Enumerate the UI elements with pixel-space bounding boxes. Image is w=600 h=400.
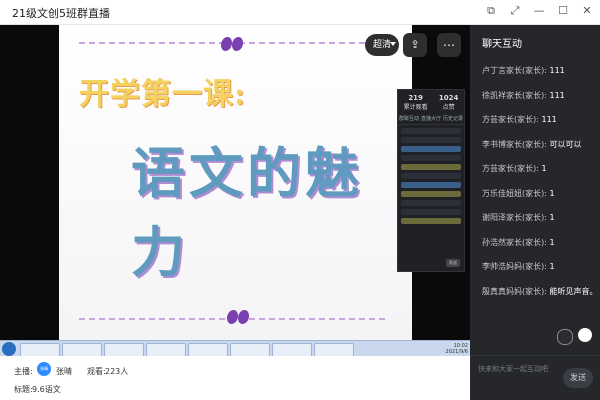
views-count: 223人 xyxy=(105,367,129,376)
panel-message xyxy=(401,164,461,170)
panel-message xyxy=(401,218,461,224)
panel-tab[interactable]: 直播大厅 xyxy=(421,115,441,122)
chat-message: 谢阳泽家长(家长): 1 xyxy=(482,212,594,237)
start-icon xyxy=(2,342,16,356)
chat-text: 1 xyxy=(541,164,547,173)
more-icon: ⋯ xyxy=(443,38,455,52)
panel-message xyxy=(401,200,461,206)
slide-title: 语文的魅力 xyxy=(131,141,363,284)
panel-message xyxy=(401,182,461,188)
chat-user: 万乐佳妞妞(家长): xyxy=(482,188,547,198)
chat-user: 方芸家长(家长): xyxy=(482,115,539,124)
chat-user: 李帅浩妈妈(家长): xyxy=(482,262,547,271)
host-label: 主播: xyxy=(14,367,33,376)
taskbar-item xyxy=(230,343,270,356)
chat-sidebar: 聊天互动 卢丁言家长(家长): 111 徐凯祥家长(家长): 111 方芸家长(… xyxy=(470,25,600,400)
panel-message xyxy=(401,173,461,179)
chat-message: 李书博家长(家长): 可以可以 xyxy=(482,139,594,164)
views-label: 观看: xyxy=(87,367,106,376)
panel-stat: 1024 点赞 xyxy=(438,94,459,111)
chat-user: 卢丁言家长(家长): xyxy=(482,66,547,75)
butterfly-icon xyxy=(221,37,243,51)
chat-text: 1 xyxy=(549,262,555,271)
live-video-area[interactable]: 开学第一课: 语文的魅力 超清 ⇪ ⋯ 219 累计观看 1024 点赞 群聊互动 … xyxy=(0,25,470,356)
maximize-icon[interactable]: ☐ xyxy=(556,4,570,18)
panel-message xyxy=(401,155,461,161)
chat-message: 孙浩然家长(家长): 1 xyxy=(482,237,594,262)
chat-divider xyxy=(470,355,600,356)
window-title: 21级文创5班群直播 xyxy=(12,7,110,20)
chat-user: 殷真真妈妈(家长): xyxy=(482,286,547,296)
stream-title: 9.6语文 xyxy=(32,385,61,394)
chevron-down-icon xyxy=(390,42,396,46)
streamer-avatar[interactable] xyxy=(578,328,592,342)
presentation-slide: 开学第一课: 语文的魅力 xyxy=(59,25,412,340)
panel-tabs: 群聊互动 直播大厅 历史记录 xyxy=(398,115,464,125)
panel-tab[interactable]: 群聊互动 xyxy=(399,115,419,122)
chat-user: 方芸家长(家长): xyxy=(482,164,539,173)
panel-message xyxy=(401,191,461,197)
panel-message xyxy=(401,209,461,215)
quality-label: 超清 xyxy=(372,40,391,50)
chat-text: 1 xyxy=(549,213,555,222)
panel-tab[interactable]: 历史记录 xyxy=(443,115,463,122)
close-icon[interactable]: ✕ xyxy=(580,4,594,18)
host-name: 张晴 xyxy=(56,367,72,376)
chat-user: 孙浩然家长(家长): xyxy=(482,237,547,247)
chat-message: 万乐佳妞妞(家长): 1 xyxy=(482,188,594,213)
chat-header: 聊天互动 xyxy=(482,39,522,50)
panel-message xyxy=(401,128,461,134)
chat-text: 111 xyxy=(541,115,557,124)
window-controls: ⧉ ⤢ — ☐ ✕ xyxy=(484,4,594,18)
taskbar: 10:02 2021/9/6 xyxy=(0,340,470,356)
chat-input[interactable]: 快来和大家一起互动吧 xyxy=(478,364,548,374)
chat-user: 徐凯祥家长(家长): xyxy=(482,90,547,100)
taskbar-item xyxy=(188,343,228,356)
stream-info-footer: 主播: 张晴 张晴 观看: 223人 标题: 9.6语文 xyxy=(0,356,470,400)
chat-message: 卢丁言家长(家长): 111 xyxy=(482,65,594,90)
butterfly-icon xyxy=(227,310,249,324)
chat-text: 可以可以 xyxy=(549,139,582,149)
send-button[interactable]: 发送 xyxy=(563,368,593,388)
host-avatar[interactable]: 张晴 xyxy=(37,362,51,376)
chat-message: 殷真真妈妈(家长): 能听见声音。 xyxy=(482,286,598,311)
minimize-icon[interactable]: — xyxy=(532,4,546,18)
title-bar: 21级文创5班群直播 ⧉ ⤢ — ☐ ✕ xyxy=(0,0,600,25)
chat-text: 1 xyxy=(549,237,555,247)
panel-send-button[interactable]: 发送 xyxy=(446,259,460,267)
panel-message xyxy=(401,137,461,143)
chat-text: 1 xyxy=(549,188,555,198)
chat-message: 徐凯祥家长(家长): 111 xyxy=(482,90,594,115)
chat-message: 李帅浩妈妈(家长): 1 xyxy=(482,261,594,286)
panel-message xyxy=(401,146,461,152)
share-icon: ⇪ xyxy=(410,38,420,51)
taskbar-item xyxy=(104,343,144,356)
expand-icon[interactable]: ⤢ xyxy=(508,4,522,18)
chat-list: 卢丁言家长(家长): 111 徐凯祥家长(家长): 111 方芸家长(家长): … xyxy=(482,65,598,311)
slide-heading: 开学第一课: xyxy=(79,77,247,112)
panel-stats: 219 累计观看 1024 点赞 xyxy=(398,90,464,111)
taskbar-item xyxy=(314,343,354,356)
chat-text: 111 xyxy=(549,90,565,100)
chat-message: 方芸家长(家长): 111 xyxy=(482,114,594,139)
taskbar-item xyxy=(146,343,186,356)
chat-text: 能听见声音。 xyxy=(549,286,598,296)
chat-message: 方芸家长(家长): 1 xyxy=(482,163,594,188)
taskbar-item xyxy=(272,343,312,356)
taskbar-item xyxy=(20,343,60,356)
link-icon[interactable] xyxy=(557,329,573,345)
chat-text: 111 xyxy=(549,66,565,75)
share-button[interactable]: ⇪ xyxy=(403,33,427,57)
pin-icon[interactable]: ⧉ xyxy=(484,4,498,18)
chat-user: 谢阳泽家长(家长): xyxy=(482,213,547,222)
chat-user: 李书博家长(家长): xyxy=(482,139,547,149)
embedded-chat-panel: 219 累计观看 1024 点赞 群聊互动 直播大厅 历史记录 发送 xyxy=(397,89,465,272)
panel-stat: 219 累计观看 xyxy=(403,94,428,111)
more-button[interactable]: ⋯ xyxy=(437,33,461,57)
taskbar-clock: 10:02 2021/9/6 xyxy=(445,343,468,355)
stream-title-label: 标题: xyxy=(14,385,33,394)
taskbar-item xyxy=(62,343,102,356)
